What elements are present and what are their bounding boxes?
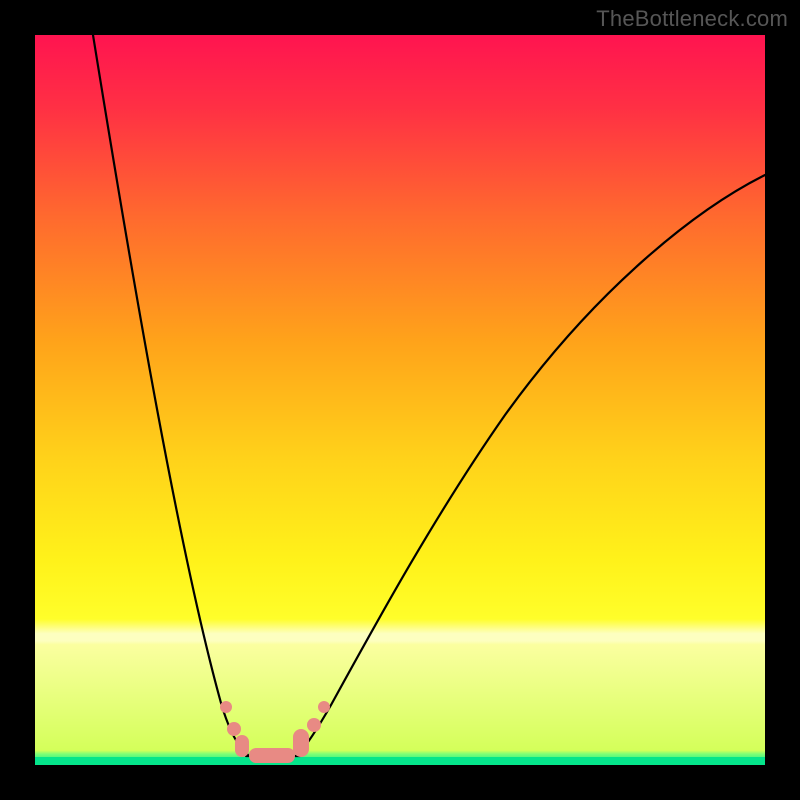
green-floor-strip	[35, 757, 765, 765]
bottleneck-chart	[35, 35, 765, 765]
chart-frame: TheBottleneck.com	[0, 0, 800, 800]
gradient-background	[35, 35, 765, 765]
watermark-text: TheBottleneck.com	[596, 6, 788, 32]
